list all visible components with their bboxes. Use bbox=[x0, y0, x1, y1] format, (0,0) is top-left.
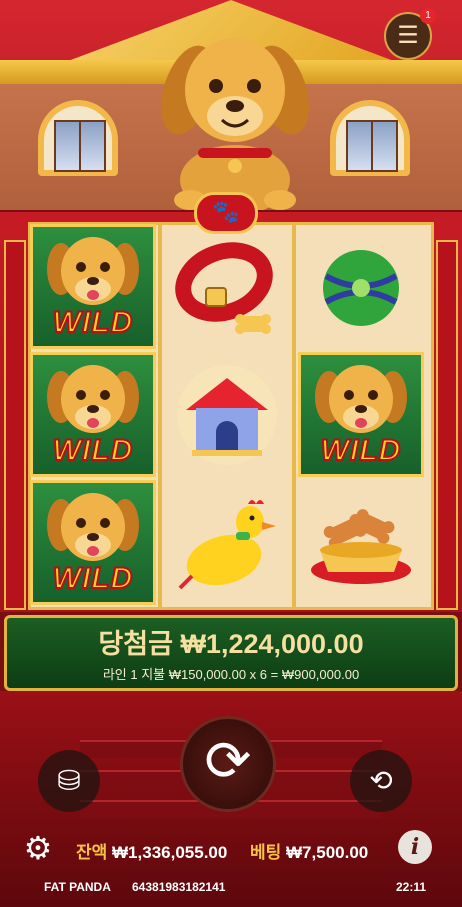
reel-cell-bowl bbox=[298, 480, 424, 605]
info-button[interactable]: i bbox=[398, 830, 432, 864]
spin-button[interactable]: ⟳ bbox=[180, 716, 276, 812]
notification-badge: 1 bbox=[420, 8, 436, 24]
bet-stack-button[interactable]: ⛁ bbox=[38, 750, 100, 812]
autoplay-icon: ⟲ bbox=[369, 764, 393, 797]
wild-label: WILD bbox=[52, 433, 134, 468]
right-pillar bbox=[436, 240, 458, 610]
bet-label: 베팅 bbox=[250, 843, 282, 862]
balance-value: ₩1,336,055.00 bbox=[112, 843, 228, 862]
left-pillar bbox=[4, 240, 26, 610]
green-ball-icon bbox=[323, 249, 399, 326]
brand-name: FAT PANDA bbox=[44, 880, 111, 894]
wild-dog-icon bbox=[47, 237, 139, 305]
balance-label: 잔액 bbox=[76, 843, 108, 862]
win-amount: ₩1,224,000.00 bbox=[180, 629, 364, 659]
reel-cell-collar bbox=[164, 224, 290, 349]
right-window bbox=[330, 100, 410, 176]
round-id: 64381983182141 bbox=[132, 880, 226, 894]
reel-cell-wild: WILD bbox=[30, 480, 156, 605]
wild-label: WILD bbox=[52, 305, 134, 340]
footer-bar: FAT PANDA 64381983182141 22:11 bbox=[0, 878, 462, 900]
reel-cell-wild: WILD bbox=[30, 224, 156, 349]
bet-value: ₩7,500.00 bbox=[286, 843, 369, 862]
win-amount-text: 당첨금 ₩1,224,000.00 bbox=[30, 622, 432, 661]
reel-divider bbox=[292, 222, 296, 610]
reel-cell-wild: WILD bbox=[298, 352, 424, 477]
settings-button[interactable]: ⚙ bbox=[18, 828, 58, 868]
reel-cell-ball bbox=[298, 224, 424, 349]
coin-stack-icon: ⛁ bbox=[57, 764, 81, 797]
left-window bbox=[38, 100, 118, 176]
dog-house-icon bbox=[177, 364, 277, 465]
paw-icon: 🐾 bbox=[212, 200, 240, 225]
hamburger-menu-icon: ☰ bbox=[397, 21, 419, 49]
gear-icon: ⚙ bbox=[23, 829, 53, 867]
bet-display: 베팅 ₩7,500.00 bbox=[250, 838, 368, 863]
reel-cell-chicken bbox=[164, 480, 290, 605]
autoplay-button[interactable]: ⟲ bbox=[350, 750, 412, 812]
wild-dog-icon bbox=[47, 493, 139, 561]
red-collar-icon bbox=[175, 241, 273, 334]
clock-time: 22:11 bbox=[396, 880, 427, 894]
reel-cell-dog-house bbox=[164, 352, 290, 477]
wild-label: WILD bbox=[320, 433, 402, 468]
info-icon: i bbox=[410, 834, 420, 860]
rubber-chicken-icon bbox=[178, 499, 276, 589]
bone-bowl-icon bbox=[311, 508, 411, 584]
balance-display: 잔액 ₩1,336,055.00 bbox=[76, 838, 227, 863]
wild-dog-icon bbox=[315, 365, 407, 433]
win-label: 당첨금 bbox=[98, 629, 173, 659]
wild-dog-icon bbox=[47, 365, 139, 433]
win-line-detail: 라인 1 지불 ₩150,000.00 x 6 = ₩900,000.00 bbox=[102, 667, 360, 682]
wild-label: WILD bbox=[52, 561, 134, 596]
paw-badge: 🐾 bbox=[194, 192, 258, 234]
reel-cell-wild: WILD bbox=[30, 352, 156, 477]
reel-divider bbox=[158, 222, 162, 610]
dog-mascot bbox=[161, 38, 309, 210]
spin-arrows-icon: ⟳ bbox=[204, 729, 252, 794]
